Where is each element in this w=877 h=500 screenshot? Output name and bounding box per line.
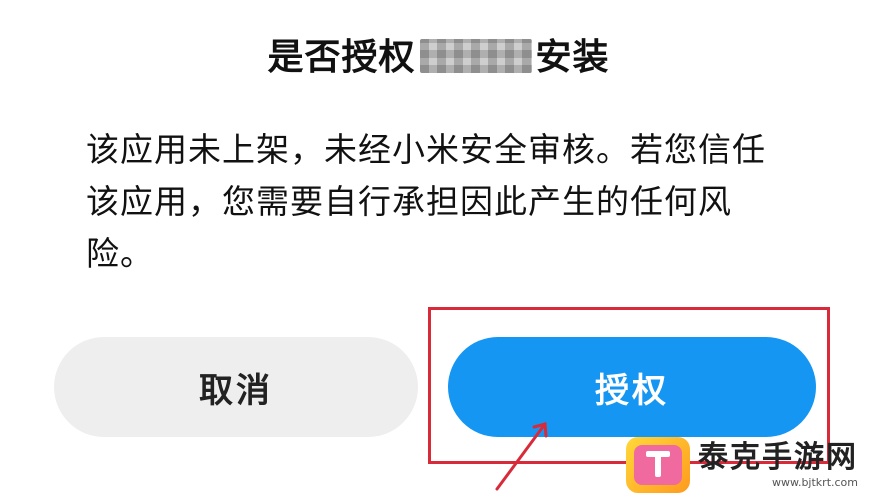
dialog-title-prefix: 是否授权 bbox=[267, 37, 416, 78]
install-permission-dialog: 是否授权 安装 该应用未上架，未经小米安全审核。若您信任该应用，您需要自行承担因此… bbox=[0, 0, 877, 500]
watermark: 泰克手游网 www.bjtkrt.com bbox=[626, 434, 866, 496]
authorize-button[interactable]: 授权 bbox=[448, 337, 816, 437]
watermark-url: www.bjtkrt.com bbox=[771, 476, 858, 489]
redacted-app-name bbox=[419, 39, 532, 73]
t-logo-icon bbox=[626, 437, 690, 493]
dialog-title-suffix: 安装 bbox=[535, 37, 610, 78]
dialog-title: 是否授权 安装 bbox=[0, 30, 877, 86]
dialog-message: 该应用未上架，未经小米安全审核。若您信任该应用，您需要自行承担因此产生的任何风险… bbox=[86, 130, 766, 273]
watermark-name: 泰克手游网 bbox=[698, 440, 858, 475]
cancel-button[interactable]: 取消 bbox=[54, 337, 418, 437]
